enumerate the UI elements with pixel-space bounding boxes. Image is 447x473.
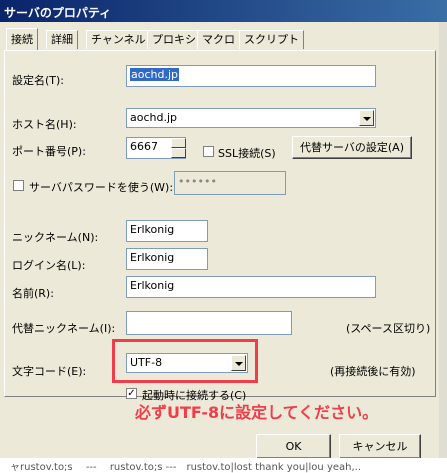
host-name-label: ホスト名(H): bbox=[12, 118, 77, 131]
tab-script[interactable]: スクリプト bbox=[239, 30, 304, 49]
setting-name-value: aochd.jp bbox=[130, 68, 180, 81]
alt-nickname-label: 代替ニックネーム(I): bbox=[12, 322, 116, 335]
chevron-down-icon[interactable] bbox=[359, 110, 374, 126]
tab-channel[interactable]: チャンネル bbox=[86, 30, 151, 49]
real-name-value: Erlkonig bbox=[130, 279, 175, 292]
login-name-value: Erlkonig bbox=[130, 251, 175, 264]
charset-hint: (再接続後に有効) bbox=[330, 365, 416, 378]
alt-nickname-hint: (スペース区切り) bbox=[346, 322, 431, 335]
cancel-button[interactable]: キャンセル bbox=[339, 434, 421, 459]
login-name-input[interactable]: Erlkonig bbox=[126, 248, 208, 270]
real-name-label: 名前(R): bbox=[12, 287, 54, 300]
tab-proxy[interactable]: プロキシ bbox=[147, 30, 201, 49]
title-bar: サーバのプロパティ bbox=[0, 0, 447, 22]
ok-button[interactable]: OK bbox=[256, 434, 331, 459]
real-name-input[interactable]: Erlkonig bbox=[126, 276, 376, 298]
window-title: サーバのプロパティ bbox=[4, 6, 112, 20]
alt-server-settings-button[interactable]: 代替サーバの設定(A) bbox=[292, 136, 412, 159]
server-password-value: •••••• bbox=[178, 175, 217, 188]
nickname-label: ニックネーム(N): bbox=[12, 231, 99, 244]
host-name-combobox[interactable]: aochd.jp bbox=[126, 108, 376, 128]
ssl-checkbox[interactable] bbox=[203, 146, 214, 157]
tab-details[interactable]: 詳細 bbox=[46, 30, 78, 49]
background-status-strip: ャrustov.to;s --- rustov.to;s --- rustov.… bbox=[0, 458, 447, 473]
highlight-box bbox=[112, 339, 258, 383]
tab-macro[interactable]: マクロ bbox=[197, 30, 240, 49]
port-label: ポート番号(P): bbox=[12, 145, 86, 158]
setting-name-input[interactable]: aochd.jp bbox=[126, 65, 376, 87]
nickname-input[interactable]: Erlkonig bbox=[126, 220, 208, 242]
spin-down-button[interactable] bbox=[171, 148, 186, 158]
ssl-label: SSL接続(S) bbox=[218, 147, 276, 160]
alt-nickname-input[interactable] bbox=[126, 311, 292, 335]
login-name-label: ログイン名(L): bbox=[12, 259, 86, 272]
server-password-checkbox[interactable] bbox=[13, 180, 24, 191]
background-scrollbar bbox=[439, 22, 447, 458]
tab-connection[interactable]: 接続 bbox=[6, 28, 38, 50]
annotation-text: 必ずUTF-8に設定してください。 bbox=[135, 403, 379, 422]
setting-name-label: 設定名(T): bbox=[12, 74, 65, 87]
port-value: 6667 bbox=[130, 140, 158, 153]
nickname-value: Erlkonig bbox=[130, 223, 175, 236]
spin-up-button[interactable] bbox=[171, 138, 186, 148]
host-name-value: aochd.jp bbox=[130, 111, 178, 124]
server-password-input[interactable]: •••••• bbox=[174, 171, 286, 195]
auto-connect-checkbox[interactable]: ✓ bbox=[126, 388, 137, 399]
server-password-label: サーバパスワードを使う(W): bbox=[29, 181, 174, 194]
charset-label: 文字コード(E): bbox=[12, 365, 87, 378]
